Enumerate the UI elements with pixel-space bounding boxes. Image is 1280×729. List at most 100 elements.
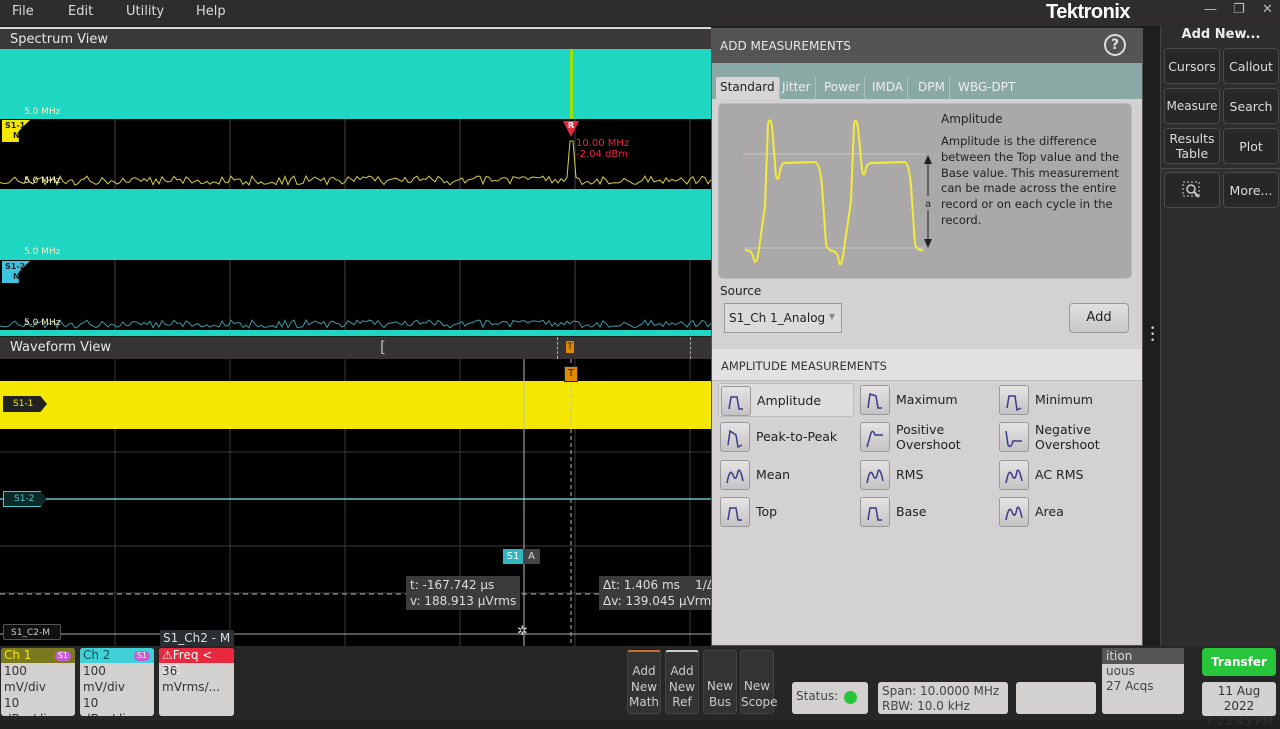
source-dropdown[interactable]: S1_Ch 1_Analog ▼ <box>724 303 842 333</box>
tab-dpm[interactable]: DPM <box>914 77 950 99</box>
add-new-bus-button[interactable]: NewBus <box>703 650 737 714</box>
spectrum-grid-2 <box>0 260 711 330</box>
add-new-ref-button[interactable]: AddNewRef <box>665 650 699 714</box>
measurement-ac-rms[interactable]: AC RMS <box>997 458 1133 492</box>
ac-rms-icon <box>999 460 1029 490</box>
acquisition-box[interactable]: ition uous 27 Acqs <box>1102 648 1184 714</box>
zoom-select-button[interactable] <box>1164 172 1220 208</box>
measurement-info-box: a Amplitude Amplitude is the difference … <box>718 103 1132 279</box>
record-window-right <box>690 337 691 359</box>
tab-power[interactable]: Power <box>820 77 865 99</box>
status-label: Status: <box>796 689 838 703</box>
ch1-badge[interactable]: Ch 1 S1 100 mV/div 10 dBm/div 500 MHz <box>1 648 75 716</box>
spectrum-center-marker[interactable] <box>570 49 573 119</box>
measurement-peak-to-peak[interactable]: Peak-to-Peak <box>718 420 854 454</box>
amplitude-diagram: a <box>725 106 935 276</box>
cursor-delta-readout: Δt: 1.406 ms 1/Δt Δv: 139.045 µVrms <box>599 576 711 610</box>
acquisition-count: 27 Acqs <box>1102 679 1184 694</box>
spectrum-settings-box[interactable]: Span: 10.0000 MHz RBW: 10.0 kHz <box>878 682 1008 714</box>
ch1-scope-badge: S1 <box>55 651 71 661</box>
measurement-negative-overshoot[interactable]: NegativeOvershoot <box>997 420 1133 454</box>
callout-button[interactable]: Callout <box>1223 48 1279 84</box>
marker-level: -2.04 dBm <box>576 149 629 160</box>
freq-label-top-2: 5.0 MHz <box>24 247 60 257</box>
ch2-tag[interactable]: S1-2 <box>3 491 47 507</box>
measurement-maximum[interactable]: Maximum <box>858 383 994 417</box>
chevron-down-icon: ▼ <box>829 312 835 321</box>
math-badge[interactable]: ⚠Freq < DC 36 mVrms/... <box>159 648 234 716</box>
amplitude-section-header[interactable]: AMPLITUDE MEASUREMENTS <box>712 349 1142 381</box>
plot-button[interactable]: Plot <box>1223 128 1279 164</box>
measurement-amplitude[interactable]: Amplitude <box>718 383 854 417</box>
add-button[interactable]: Add <box>1069 303 1129 333</box>
measurement-top[interactable]: Top <box>718 495 854 529</box>
add-new-title: Add New... <box>1161 27 1280 42</box>
measurement-label: AC RMS <box>1035 467 1083 482</box>
ch1-vscale: 100 mV/div <box>1 663 75 695</box>
measure-button[interactable]: Measure <box>1164 88 1220 124</box>
cursor-a-tag[interactable]: A <box>523 549 540 564</box>
spectrum-trace-line-2 <box>0 320 711 328</box>
source-value: S1_Ch 1_Analog <box>729 311 825 325</box>
bottom-bar: Ch 1 S1 100 mV/div 10 dBm/div 500 MHz Ch… <box>0 646 1280 720</box>
cursors-button[interactable]: Cursors <box>1164 48 1220 84</box>
add-measurements-panel: ADD MEASUREMENTS ? Standard Jitter Power… <box>711 28 1143 646</box>
menu-edit[interactable]: Edit <box>68 4 93 19</box>
waveform-view-title: Waveform View <box>10 340 111 355</box>
results-table-button[interactable]: ResultsTable <box>1164 128 1220 164</box>
ch1-tag[interactable]: S1-1 <box>3 396 47 412</box>
spectrum-view-title: Spectrum View <box>10 32 108 47</box>
measurement-base[interactable]: Base <box>858 495 994 529</box>
panel-title: ADD MEASUREMENTS <box>720 39 851 53</box>
measurement-label: NegativeOvershoot <box>1035 422 1100 452</box>
trigger-marker[interactable]: T <box>564 366 578 382</box>
date-time-display[interactable]: 11 Aug 2022 7:23:45 PM <box>1202 682 1276 716</box>
tab-jitter[interactable]: Jitter <box>778 77 816 99</box>
span-value: Span: 10.0000 MHz <box>882 684 1004 699</box>
panel-resize-handle[interactable]: ••• <box>1150 326 1154 344</box>
tab-standard[interactable]: Standard <box>716 77 780 99</box>
measurement-mean[interactable]: Mean <box>718 458 854 492</box>
menu-file[interactable]: File <box>12 4 34 19</box>
empty-settings-box[interactable] <box>1016 682 1096 714</box>
menu-utility[interactable]: Utility <box>126 4 164 19</box>
amplitude-diagram-label: a <box>925 199 931 210</box>
measurement-label: Mean <box>756 467 790 482</box>
info-title: Amplitude <box>941 112 1003 126</box>
ch2-badge[interactable]: Ch 2 S1 100 mV/div 10 dBm/div 500 MHz <box>80 648 154 716</box>
trigger-marker-small[interactable]: T <box>565 340 575 354</box>
measurement-positive-overshoot[interactable]: PositiveOvershoot <box>858 420 994 454</box>
measurement-label: RMS <box>896 467 923 482</box>
waveform-view-header: Waveform View [ T <box>0 337 711 359</box>
measurement-label: Peak-to-Peak <box>756 429 837 444</box>
help-icon[interactable]: ? <box>1104 34 1126 56</box>
cursor-delta-value: Δv: 139.045 µVrms <box>603 593 707 609</box>
search-button[interactable]: Search <box>1223 88 1279 124</box>
add-new-scope-button[interactable]: NewScope <box>740 650 774 714</box>
tab-imda[interactable]: IMDA <box>868 77 908 99</box>
zoom-region-icon <box>1181 180 1203 200</box>
spectrum-view-header: Spectrum View <box>0 27 711 49</box>
spectrum-trace-2[interactable] <box>0 260 711 330</box>
measurement-rms[interactable]: RMS <box>858 458 994 492</box>
close-icon[interactable]: ✕ <box>1262 2 1273 17</box>
math-tag[interactable]: S1_C2-M <box>3 624 61 640</box>
cursor-handle-icon[interactable]: ✲ <box>517 624 528 639</box>
panel-header: ADD MEASUREMENTS ? <box>712 29 1142 63</box>
record-window-left <box>557 337 558 359</box>
measurement-area[interactable]: Area <box>997 495 1133 529</box>
record-bracket-icon[interactable]: [ <box>380 338 386 356</box>
menu-help[interactable]: Help <box>196 4 226 19</box>
transfer-button[interactable]: Transfer <box>1202 648 1276 676</box>
more-button[interactable]: More... <box>1223 172 1279 208</box>
add-new-math-button[interactable]: AddNewMath <box>627 650 661 714</box>
negative-overshoot-icon <box>999 422 1029 452</box>
minimize-icon[interactable]: — <box>1204 2 1217 17</box>
tab-wbg-dpt[interactable]: WBG-DPT <box>954 77 1019 99</box>
brand-logo: Tektronix <box>1046 1 1130 24</box>
restore-icon[interactable]: ❐ <box>1233 2 1245 17</box>
mean-icon <box>720 460 750 490</box>
measurement-label: Minimum <box>1035 392 1093 407</box>
cursor-a-value: v: 188.913 µVrms <box>410 593 516 609</box>
measurement-minimum[interactable]: Minimum <box>997 383 1133 417</box>
